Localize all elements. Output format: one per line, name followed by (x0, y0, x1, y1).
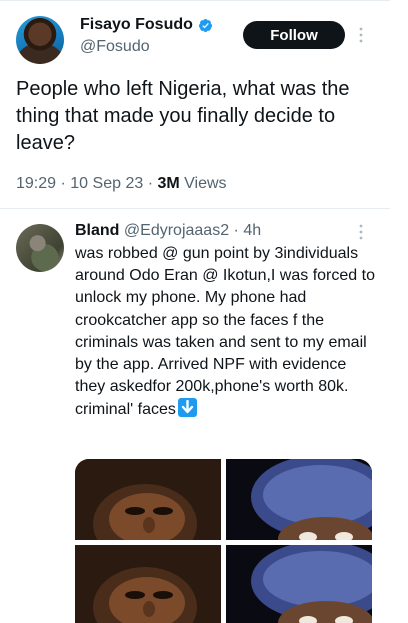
author-avatar[interactable] (16, 16, 64, 64)
reply-author-name[interactable]: Bland (75, 222, 119, 239)
meta-separator: · (147, 175, 158, 192)
tweet-meta: 19:29 · 10 Sep 23 · 3M Views (16, 175, 227, 193)
reply-avatar[interactable] (16, 224, 64, 272)
author-name[interactable]: Fisayo Fosudo (80, 16, 193, 34)
meta-separator: · (233, 222, 244, 239)
tweet-date[interactable]: 10 Sep 23 (70, 175, 143, 192)
reply-age[interactable]: 4h (243, 222, 261, 239)
media-grid (75, 459, 372, 623)
tweet-time[interactable]: 19:29 (16, 175, 56, 192)
reply-text: was robbed @ gun point by 3individuals a… (75, 245, 375, 419)
meta-separator: · (60, 175, 71, 192)
author-handle[interactable]: @Fosudo (80, 38, 150, 56)
follow-button[interactable]: Follow (243, 21, 345, 49)
media-photo-1[interactable] (75, 459, 221, 540)
reply-author-handle[interactable]: @Edyrojaaas2 (124, 222, 229, 239)
verified-badge-icon (198, 18, 213, 33)
views-label: Views (184, 175, 227, 192)
views-count: 3M (157, 175, 180, 192)
reply-text-container: was robbed @ gun point by 3individuals a… (75, 243, 377, 422)
divider (0, 208, 390, 209)
media-photo-4[interactable] (226, 545, 372, 623)
media-photo-3[interactable] (75, 545, 221, 623)
more-options-icon[interactable] (358, 224, 364, 240)
more-options-icon[interactable] (358, 27, 364, 43)
reply-header: Bland @Edyrojaaas2 · 4h (75, 222, 261, 240)
media-photo-2[interactable] (226, 459, 372, 540)
tweet-text: People who left Nigeria, what was the th… (16, 78, 350, 154)
top-divider (0, 0, 390, 1)
down-arrow-emoji-icon (177, 398, 197, 418)
